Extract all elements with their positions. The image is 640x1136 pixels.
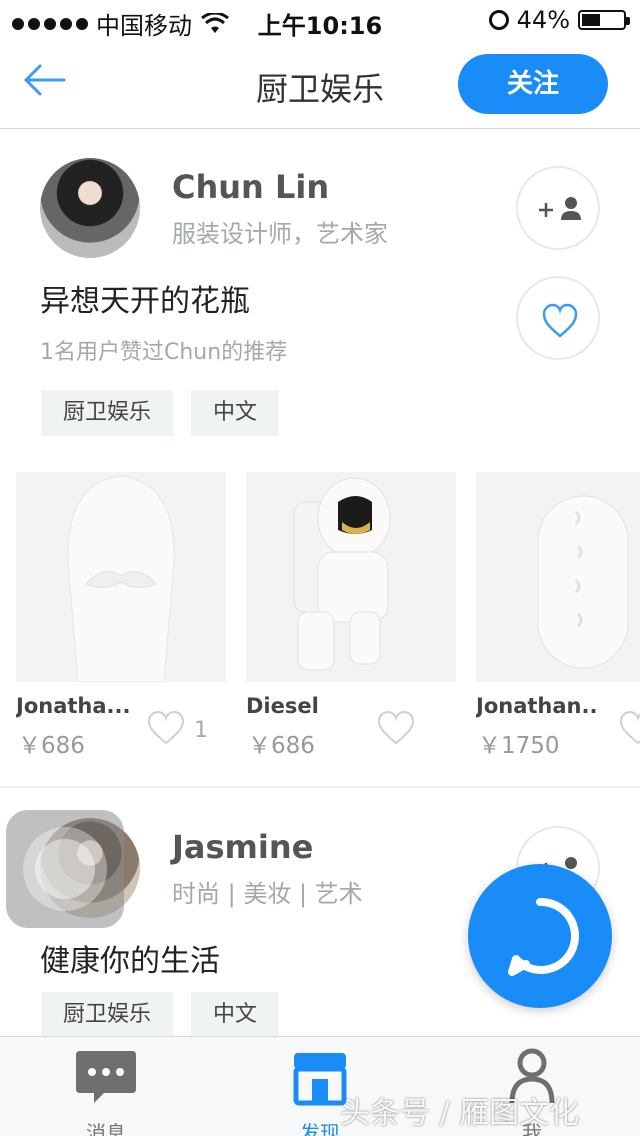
tag[interactable]: 中文 <box>191 992 280 1038</box>
post-title[interactable]: 异想天开的花瓶 <box>40 276 250 320</box>
heart-icon[interactable] <box>618 710 640 746</box>
user-bio: 时尚 | 美妆 | 艺术 <box>172 880 363 908</box>
add-person-icon <box>539 197 581 220</box>
post-title[interactable]: 健康你的生活 <box>40 936 220 980</box>
mustache-vase-illustration <box>67 475 175 682</box>
product-name: Jonatha... <box>16 694 131 718</box>
watermark: 头条号 / 雁图文化 <box>340 1096 580 1131</box>
status-bar: 中国移动 上午10:16 44% <box>0 0 640 40</box>
heart-icon[interactable] <box>376 710 416 746</box>
product-carousel[interactable]: Jonatha... ￥686 1 Diesel ￥686 Jonathan..… <box>0 472 640 762</box>
product-card[interactable]: Jonatha... ￥686 1 <box>16 472 226 762</box>
tab-label: 消息 <box>86 1121 126 1136</box>
tag[interactable]: 厨卫娱乐 <box>41 992 174 1038</box>
battery-icon <box>578 10 630 30</box>
astronaut-vase-illustration <box>293 477 391 671</box>
heart-icon[interactable] <box>146 710 186 746</box>
user-name[interactable]: Jasmine <box>172 828 313 866</box>
tag[interactable]: 中文 <box>191 390 280 436</box>
product-name: Jonathan... <box>476 694 596 718</box>
screen: 中国移动 上午10:16 44% 厨卫娱乐 关注 Chun Lin 服装设计师，… <box>0 0 640 1136</box>
likes-summary[interactable]: 1名用户赞过Chun的推荐 <box>40 334 287 366</box>
chat-fab-button[interactable] <box>468 864 612 1008</box>
add-friend-button[interactable] <box>516 166 600 250</box>
like-button[interactable] <box>516 276 600 360</box>
tag[interactable]: 厨卫娱乐 <box>41 390 174 436</box>
product-price: ￥686 <box>18 733 85 759</box>
tab-messages[interactable]: 消息 <box>46 1047 166 1136</box>
heart-icon <box>542 303 578 338</box>
user-bio: 服装设计师，艺术家 <box>172 220 388 248</box>
product-price: ￥1750 <box>478 733 560 759</box>
user-name[interactable]: Chun Lin <box>172 168 329 206</box>
card-divider <box>0 786 640 788</box>
follow-button[interactable]: 关注 <box>458 54 608 114</box>
lips-vase-illustration <box>537 495 629 669</box>
nav-bar: 厨卫娱乐 关注 <box>0 40 640 129</box>
battery-percent: 44% <box>516 6 570 34</box>
alarm-icon <box>488 10 509 30</box>
product-image[interactable] <box>476 472 640 682</box>
product-price: ￥686 <box>248 733 315 759</box>
product-image[interactable] <box>246 472 456 682</box>
chat-bubble-icon <box>76 1051 136 1103</box>
chat-bubble-icon <box>508 897 580 976</box>
avatar[interactable] <box>40 158 140 258</box>
battery-fill <box>582 14 600 26</box>
status-right: 44% <box>488 6 630 34</box>
product-image[interactable] <box>16 472 226 682</box>
product-card[interactable]: Diesel ￥686 <box>246 472 456 762</box>
like-count: 1 <box>194 718 208 743</box>
product-card[interactable]: Jonathan... ￥1750 <box>476 472 640 762</box>
product-name: Diesel <box>246 694 319 718</box>
assistive-touch-icon <box>23 827 107 911</box>
assistive-touch-button[interactable] <box>6 810 124 928</box>
